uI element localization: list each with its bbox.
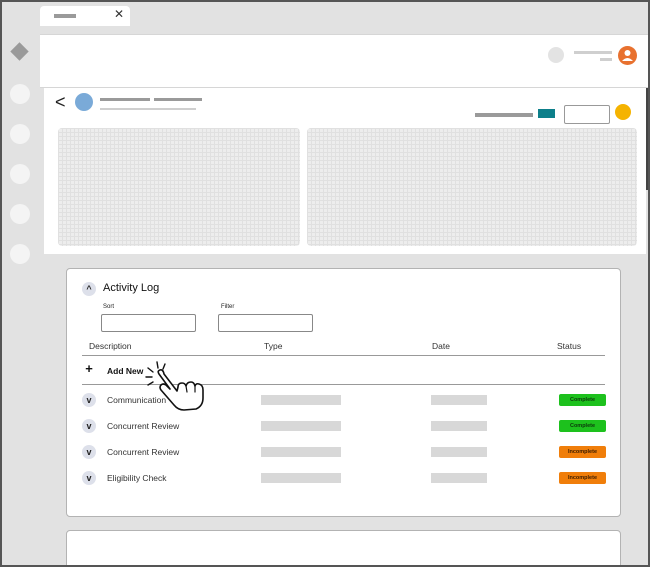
row-type-placeholder [261,421,341,431]
tab-title-placeholder [54,14,76,18]
row-date-placeholder [431,421,487,431]
back-icon[interactable]: < [55,92,66,112]
row-type-placeholder [261,473,341,483]
row-type-placeholder [261,447,341,457]
sort-label: Sort [103,304,115,310]
record-detail-placeholder [100,108,196,110]
notification-icon[interactable] [548,47,564,63]
app-window: ✕ < ^ Activity Log Sort Filter Descripti… [0,0,650,567]
user-icon [622,50,633,61]
record-summary: < [44,88,646,254]
table-row[interactable]: v Concurrent Review Incomplete [67,445,620,465]
table-row[interactable]: v Eligibility Check Incomplete [67,471,620,491]
browser-tab-strip: ✕ [2,2,648,26]
summary-panel-left [58,128,300,246]
nav-item-2[interactable] [10,124,30,144]
expand-row-button[interactable]: v [82,471,96,485]
header-divider [82,355,605,356]
row-description: Concurrent Review [107,447,180,457]
chevron-down-icon: v [86,421,92,431]
plus-icon[interactable]: + [83,362,95,375]
profile-icon [75,93,93,111]
nav-item-5[interactable] [10,244,30,264]
expand-row-button[interactable]: v [82,393,96,407]
record-name-placeholder [100,98,150,101]
chevron-up-icon: ^ [86,284,92,294]
status-badge: Complete [559,420,606,432]
status-badge: Incomplete [559,446,606,458]
summary-panel-right [307,128,637,246]
nav-item-3[interactable] [10,164,30,184]
alert-icon[interactable] [615,104,631,120]
chevron-down-icon: v [86,447,92,457]
column-header-type[interactable]: Type [264,341,282,351]
user-name-placeholder [574,51,612,54]
chevron-down-icon: v [86,395,92,405]
row-description: Eligibility Check [107,473,167,483]
status-tag [538,109,555,118]
row-date-placeholder [431,473,487,483]
filter-input[interactable] [218,314,313,332]
collapse-button[interactable]: ^ [82,282,96,296]
diamond-icon[interactable] [10,42,29,61]
hand-pointer-icon [145,361,204,411]
add-new-button[interactable]: Add New [107,366,143,376]
record-id-placeholder [154,98,202,101]
sort-input[interactable] [101,314,196,332]
user-role-placeholder [600,58,612,61]
column-header-date[interactable]: Date [432,341,450,351]
user-avatar[interactable] [618,46,637,65]
browser-tab[interactable]: ✕ [40,6,130,26]
column-header-description[interactable]: Description [89,341,132,351]
row-date-placeholder [431,395,487,405]
card-title: Activity Log [103,282,160,294]
scrollbar[interactable] [646,88,648,190]
nav-item-1[interactable] [10,84,30,104]
filter-label: Filter [221,304,235,310]
column-header-status[interactable]: Status [557,341,581,351]
expand-row-button[interactable]: v [82,419,96,433]
status-text-placeholder [475,113,533,117]
app-header [40,34,648,88]
action-dropdown[interactable] [564,105,610,124]
row-description: Concurrent Review [107,421,180,431]
secondary-card [66,530,621,565]
row-type-placeholder [261,395,341,405]
status-badge: Incomplete [559,472,606,484]
row-date-placeholder [431,447,487,457]
expand-row-button[interactable]: v [82,445,96,459]
left-nav [2,26,40,565]
chevron-down-icon: v [86,473,92,483]
status-badge: Complete [559,394,606,406]
table-row[interactable]: v Concurrent Review Complete [67,419,620,439]
nav-item-4[interactable] [10,204,30,224]
tab-close-icon[interactable]: ✕ [114,7,124,21]
